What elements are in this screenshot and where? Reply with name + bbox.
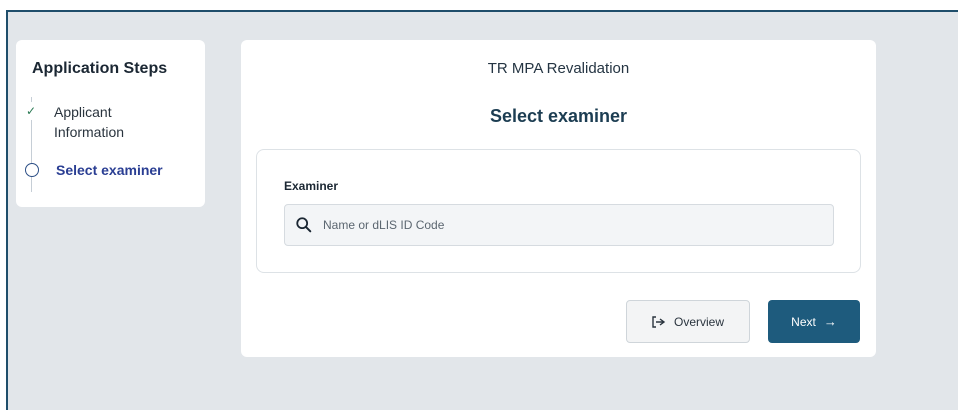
overview-label: Overview bbox=[673, 314, 724, 329]
arrow-right-icon: → bbox=[823, 314, 837, 329]
circle-icon bbox=[25, 163, 39, 177]
step-label: Applicant Information bbox=[54, 104, 125, 140]
examiner-form-section: Examiner bbox=[256, 149, 861, 273]
next-button[interactable]: Next → bbox=[768, 300, 860, 343]
steps-title: Application Steps bbox=[32, 60, 168, 77]
page-title: Select examiner bbox=[489, 106, 628, 126]
check-icon: ✓ bbox=[22, 102, 40, 120]
search-icon bbox=[296, 217, 312, 233]
exit-icon bbox=[652, 315, 666, 328]
main-card: TR MPA Revalidation Select examiner Exam… bbox=[241, 40, 876, 357]
overview-button[interactable]: Overview bbox=[626, 300, 750, 343]
examiner-label: Examiner bbox=[284, 179, 339, 193]
next-label: Next bbox=[791, 314, 816, 329]
step-applicant-information[interactable]: ✓ Applicant Information bbox=[22, 102, 164, 142]
step-label: Select examiner bbox=[56, 162, 163, 178]
step-select-examiner[interactable]: Select examiner bbox=[22, 161, 163, 179]
page-subtitle: TR MPA Revalidation bbox=[487, 60, 630, 77]
examiner-search-box[interactable] bbox=[284, 204, 834, 246]
examiner-search-input[interactable] bbox=[321, 217, 805, 233]
